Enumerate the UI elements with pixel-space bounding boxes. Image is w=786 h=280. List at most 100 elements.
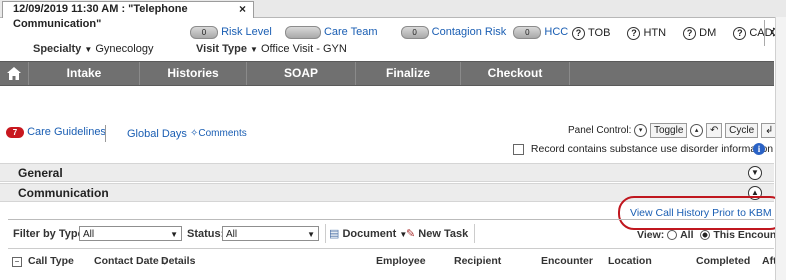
tab-finalize[interactable]: Finalize xyxy=(356,62,461,85)
status-select[interactable]: All ▼ xyxy=(222,226,319,241)
view-all-radio[interactable] xyxy=(667,230,678,241)
divider xyxy=(8,248,774,249)
comments-label: Comments xyxy=(198,128,247,139)
expand-icon[interactable]: ▼ xyxy=(748,166,762,180)
toggle-button[interactable]: Toggle xyxy=(649,123,688,138)
tab-histories[interactable]: Histories xyxy=(140,62,247,85)
question-icon: ? xyxy=(683,27,697,40)
tab-checkout[interactable]: Checkout xyxy=(461,62,570,85)
care-team-badge[interactable]: Care Team xyxy=(284,26,381,39)
badge-row: 0 Risk Level Care Team 0 Contagion Risk … xyxy=(190,26,568,39)
column-location[interactable]: Location xyxy=(608,255,652,267)
divider xyxy=(105,125,106,142)
divider xyxy=(474,224,475,243)
chevron-down-icon: ▼ xyxy=(170,230,178,239)
care-guidelines[interactable]: 7 Care Guidelines xyxy=(6,126,106,138)
new-task-button[interactable]: ✎ New Task xyxy=(406,227,468,240)
filter-type-value: All xyxy=(83,229,95,240)
global-days-link[interactable]: Global Days xyxy=(127,128,187,140)
encounter-tab[interactable]: 12/09/2019 11:30 AM : "Telephone Communi… xyxy=(2,1,254,30)
task-icon: ✎ xyxy=(406,228,416,240)
column-contact-date-label: Contact Date xyxy=(94,255,159,267)
highlight-oval xyxy=(618,196,786,230)
column-contact-date[interactable]: Contact Date ▽ xyxy=(94,255,168,267)
tab-soap[interactable]: SOAP xyxy=(247,62,356,85)
cycle-button[interactable]: Cycle xyxy=(725,123,759,138)
visit-type-field[interactable]: Visit Type ▼ Office Visit - GYN xyxy=(196,43,347,55)
hcc-count: 0 xyxy=(513,26,542,39)
filter-by-type-label: Filter by Type: xyxy=(13,228,88,240)
view-toggle: View: All This Encounter xyxy=(637,229,786,241)
tab-intake[interactable]: Intake xyxy=(29,62,140,85)
filter-type-select[interactable]: All ▼ xyxy=(79,226,182,241)
dm-label: DM xyxy=(699,27,717,40)
htn-indicator[interactable]: ? HTN xyxy=(627,27,667,40)
view-all-label: All xyxy=(680,229,694,241)
column-details[interactable]: Details xyxy=(161,255,195,267)
tob-indicator[interactable]: ? TOB xyxy=(572,27,611,40)
contagion-risk-count: 0 xyxy=(400,26,429,39)
document-menu[interactable]: ▤ Document ▼ xyxy=(329,227,407,240)
visit-type-value: Office Visit - GYN xyxy=(261,43,347,55)
question-icon: ? xyxy=(572,27,585,40)
htn-label: HTN xyxy=(643,27,667,40)
risk-level-badge[interactable]: 0 Risk Level xyxy=(190,26,275,39)
divider xyxy=(764,20,765,46)
chevron-down-icon: ▼ xyxy=(307,230,315,239)
divider xyxy=(325,224,326,243)
panel-control-label: Panel Control: xyxy=(568,125,632,137)
home-icon xyxy=(7,67,21,80)
scrollbar[interactable] xyxy=(775,17,786,280)
status-label: Status: xyxy=(187,228,225,240)
undo-icon[interactable]: ↶ xyxy=(705,123,723,138)
column-recipient[interactable]: Recipient xyxy=(454,255,501,267)
substance-checkbox-row[interactable]: Record contains substance use disorder i… xyxy=(513,143,773,155)
question-icon: ? xyxy=(627,27,641,40)
collapse-all-icon[interactable]: ▾ xyxy=(634,124,648,137)
view-encounter-radio[interactable] xyxy=(700,230,711,241)
contagion-risk-badge[interactable]: 0 Contagion Risk xyxy=(400,26,510,39)
hcc-link[interactable]: HCC xyxy=(544,26,568,38)
contagion-risk-link[interactable]: Contagion Risk xyxy=(432,26,507,38)
care-team-link[interactable]: Care Team xyxy=(324,26,378,38)
cad-indicator[interactable]: ? CAD xyxy=(733,27,773,40)
hcc-badge[interactable]: 0 HCC xyxy=(513,26,568,39)
section-general[interactable]: General ▼ xyxy=(0,163,774,182)
specialty-field[interactable]: Specialty ▼ Gynecology xyxy=(33,43,153,55)
dm-indicator[interactable]: ? DM xyxy=(683,27,717,40)
care-guidelines-link[interactable]: Care Guidelines xyxy=(27,126,106,138)
risk-level-link[interactable]: Risk Level xyxy=(221,26,272,38)
home-button[interactable] xyxy=(0,62,29,85)
chevron-down-icon: ▼ xyxy=(84,45,93,54)
comments-link[interactable]: ✧Comments xyxy=(190,128,247,139)
specialty-value: Gynecology xyxy=(95,43,154,55)
divider xyxy=(8,219,774,220)
column-call-type[interactable]: Call Type xyxy=(28,255,74,267)
window-tab-bar: 12/09/2019 11:30 AM : "Telephone Communi… xyxy=(0,0,786,30)
view-label: View: xyxy=(637,229,665,241)
panel-control: Panel Control: ▾ Toggle ▴ ↶ Cycle ↲ xyxy=(568,123,778,138)
question-icon: ? xyxy=(733,27,747,40)
collapse-rows-icon[interactable]: − xyxy=(12,257,22,267)
workflow-nav: Intake Histories SOAP Finalize Checkout xyxy=(0,61,774,86)
care-team-count xyxy=(284,26,321,39)
tob-label: TOB xyxy=(588,27,611,40)
column-encounter[interactable]: Encounter xyxy=(541,255,593,267)
document-icon: ▤ xyxy=(329,228,340,240)
section-general-title: General xyxy=(18,166,63,180)
visit-type-label: Visit Type xyxy=(196,43,247,55)
info-icon[interactable]: i xyxy=(753,143,765,155)
document-label: Document xyxy=(342,228,397,240)
substance-checkbox-label: Record contains substance use disorder i… xyxy=(530,143,774,155)
chevron-down-icon: ▼ xyxy=(250,45,258,54)
specialty-label: Specialty xyxy=(33,43,82,55)
status-value: All xyxy=(226,229,238,240)
substance-checkbox[interactable] xyxy=(513,143,524,155)
close-icon[interactable]: × xyxy=(239,2,246,17)
column-employee[interactable]: Employee xyxy=(376,255,426,267)
quick-indicators: ? TOB ? HTN ? DM ? CAD xyxy=(572,27,773,40)
column-completed[interactable]: Completed xyxy=(696,255,750,267)
new-task-label: New Task xyxy=(418,228,469,240)
expand-all-icon[interactable]: ▴ xyxy=(690,124,704,137)
risk-level-count: 0 xyxy=(190,26,218,39)
